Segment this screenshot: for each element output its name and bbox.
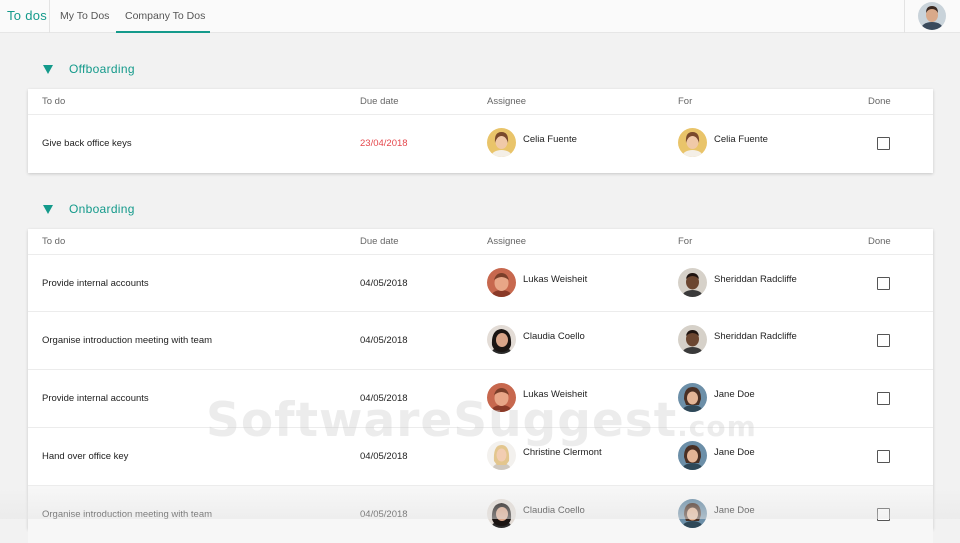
- column-header-assignee: Assignee: [487, 96, 527, 107]
- section-title: Onboarding: [69, 202, 135, 216]
- column-header-todo: To do: [42, 236, 66, 247]
- assignee-name: Claudia Coello: [523, 331, 585, 342]
- column-header-done: Done: [868, 236, 891, 247]
- table-row[interactable]: Hand over office key 04/05/2018 Christin…: [28, 427, 933, 485]
- table-row[interactable]: Organise introduction meeting with team …: [28, 485, 933, 543]
- due-date: 23/04/2018: [360, 138, 408, 149]
- avatar: [487, 268, 516, 297]
- assignee-name: Celia Fuente: [523, 134, 577, 145]
- todo-title: Organise introduction meeting with team: [42, 335, 213, 346]
- todo-title: Organise introduction meeting with team: [42, 509, 213, 520]
- done-checkbox[interactable]: [877, 450, 890, 463]
- done-checkbox[interactable]: [877, 137, 890, 150]
- todo-table-onboarding: To do Due date Assignee For Done Provide…: [28, 229, 933, 543]
- avatar: [678, 499, 707, 528]
- for-person: Sheriddan Radcliffe: [678, 325, 797, 354]
- nav-divider: [49, 0, 50, 33]
- tab-my-todos[interactable]: My To Dos: [60, 10, 109, 22]
- for-person: Jane Doe: [678, 499, 755, 528]
- column-header-todo: To do: [42, 96, 66, 107]
- todo-title: Hand over office key: [42, 451, 129, 462]
- collapse-triangle-icon[interactable]: [43, 64, 53, 74]
- column-header-assignee: Assignee: [487, 236, 527, 247]
- section-toggle-offboarding[interactable]: Offboarding: [43, 61, 135, 77]
- avatar: [678, 128, 707, 157]
- due-date: 04/05/2018: [360, 278, 408, 289]
- avatar: [487, 383, 516, 412]
- top-bar: To dos My To Dos Company To Dos: [0, 0, 960, 33]
- avatar: [487, 128, 516, 157]
- table-header: To do Due date Assignee For Done: [28, 89, 933, 114]
- active-tab-indicator: [116, 31, 210, 33]
- done-checkbox[interactable]: [877, 277, 890, 290]
- nav-divider-right: [904, 0, 905, 33]
- assignee-name: Lukas Weisheit: [523, 389, 588, 400]
- for-name: Jane Doe: [714, 505, 755, 516]
- done-checkbox[interactable]: [877, 508, 890, 521]
- for-name: Celia Fuente: [714, 134, 768, 145]
- avatar: [678, 383, 707, 412]
- for-person: Sheriddan Radcliffe: [678, 268, 797, 297]
- column-header-due-date: Due date: [360, 96, 399, 107]
- avatar: [487, 499, 516, 528]
- due-date: 04/05/2018: [360, 451, 408, 462]
- tab-company-todos[interactable]: Company To Dos: [125, 10, 205, 22]
- column-header-done: Done: [868, 96, 891, 107]
- todo-title: Provide internal accounts: [42, 278, 149, 289]
- table-row[interactable]: Provide internal accounts 04/05/2018 Luk…: [28, 369, 933, 427]
- avatar: [487, 441, 516, 470]
- for-name: Jane Doe: [714, 447, 755, 458]
- table-row[interactable]: Organise introduction meeting with team …: [28, 311, 933, 369]
- collapse-triangle-icon[interactable]: [43, 204, 53, 214]
- for-name: Sheriddan Radcliffe: [714, 274, 797, 285]
- due-date: 04/05/2018: [360, 509, 408, 520]
- app-title[interactable]: To dos: [7, 8, 47, 23]
- assignee-name: Lukas Weisheit: [523, 274, 588, 285]
- table-row[interactable]: Give back office keys 23/04/2018 Celia F…: [28, 114, 933, 171]
- for-person: Jane Doe: [678, 441, 755, 470]
- due-date: 04/05/2018: [360, 393, 408, 404]
- table-header: To do Due date Assignee For Done: [28, 229, 933, 254]
- column-header-for: For: [678, 96, 693, 107]
- assignee: Celia Fuente: [487, 128, 577, 157]
- done-checkbox[interactable]: [877, 334, 890, 347]
- section-title: Offboarding: [69, 62, 135, 76]
- column-header-due-date: Due date: [360, 236, 399, 247]
- assignee: Lukas Weisheit: [487, 268, 587, 297]
- for-name: Jane Doe: [714, 389, 755, 400]
- column-header-for: For: [678, 236, 693, 247]
- for-name: Sheriddan Radcliffe: [714, 331, 797, 342]
- assignee-name: Christine Clermont: [523, 447, 602, 458]
- done-checkbox[interactable]: [877, 392, 890, 405]
- for-person: Celia Fuente: [678, 128, 768, 157]
- avatar: [678, 325, 707, 354]
- assignee: Claudia Coello: [487, 499, 585, 528]
- assignee-name: Claudia Coello: [523, 505, 585, 516]
- table-row[interactable]: Provide internal accounts 04/05/2018 Luk…: [28, 254, 933, 311]
- todo-title: Give back office keys: [42, 138, 132, 149]
- avatar: [678, 441, 707, 470]
- avatar: [487, 325, 516, 354]
- section-toggle-onboarding[interactable]: Onboarding: [43, 201, 135, 217]
- user-avatar[interactable]: [918, 2, 946, 30]
- todo-title: Provide internal accounts: [42, 393, 149, 404]
- assignee: Lukas Weisheit: [487, 383, 587, 412]
- avatar: [678, 268, 707, 297]
- assignee: Claudia Coello: [487, 325, 585, 354]
- assignee: Christine Clermont: [487, 441, 602, 470]
- due-date: 04/05/2018: [360, 335, 408, 346]
- for-person: Jane Doe: [678, 383, 755, 412]
- todo-table-offboarding: To do Due date Assignee For Done Give ba…: [28, 89, 933, 173]
